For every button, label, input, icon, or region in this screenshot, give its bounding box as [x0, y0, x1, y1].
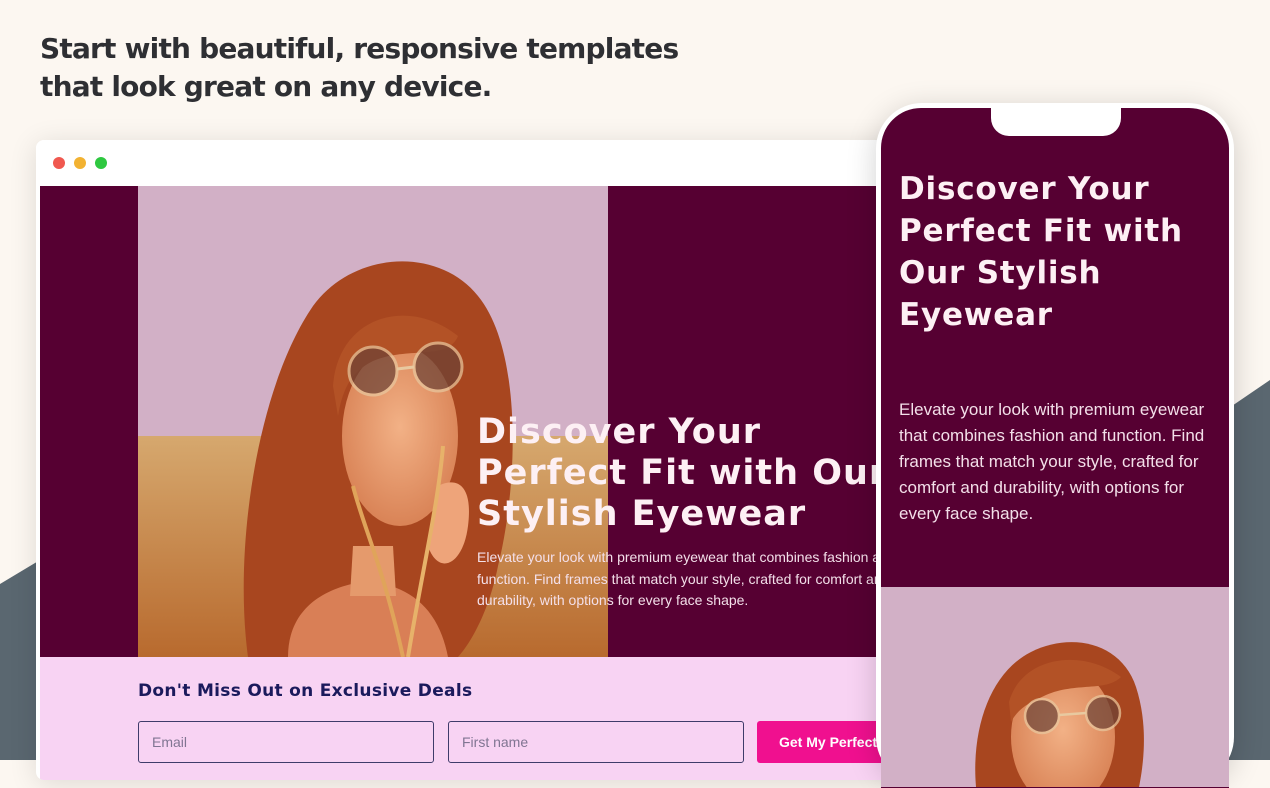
- mobile-photo-illustration: [881, 587, 1229, 787]
- mobile-phone-mockup: Discover Your Perfect Fit with Our Styli…: [876, 103, 1234, 788]
- first-name-field[interactable]: [448, 721, 744, 763]
- desktop-hero-section: Discover Your Perfect Fit with Our Styli…: [40, 186, 902, 657]
- headline-line-2: that look great on any device.: [40, 70, 492, 103]
- browser-title-bar: [36, 140, 906, 186]
- mobile-hero-description: Elevate your look with premium eyewear t…: [899, 400, 1205, 523]
- phone-notch: [991, 108, 1121, 136]
- window-minimize-dot[interactable]: [74, 157, 86, 169]
- desktop-browser-mockup: Discover Your Perfect Fit with Our Styli…: [36, 140, 906, 780]
- hero-description: Elevate your look with premium eyewear t…: [477, 549, 896, 608]
- email-field[interactable]: [138, 721, 434, 763]
- window-close-dot[interactable]: [53, 157, 65, 169]
- mobile-screen: Discover Your Perfect Fit with Our Styli…: [881, 108, 1229, 788]
- hero-title: Discover Your Perfect Fit with Our Styli…: [477, 412, 888, 534]
- mobile-hero-photo: [881, 587, 1229, 787]
- headline-line-1: Start with beautiful, responsive templat…: [40, 32, 679, 65]
- deals-title: Don't Miss Out on Exclusive Deals: [138, 681, 473, 701]
- deals-signup-section: Don't Miss Out on Exclusive Deals Get My…: [40, 657, 902, 780]
- desktop-page-viewport: Discover Your Perfect Fit with Our Styli…: [40, 186, 902, 780]
- window-maximize-dot[interactable]: [95, 157, 107, 169]
- mobile-hero-title: Discover Your Perfect Fit with Our Styli…: [899, 171, 1183, 333]
- page-headline: Start with beautiful, responsive templat…: [40, 30, 680, 106]
